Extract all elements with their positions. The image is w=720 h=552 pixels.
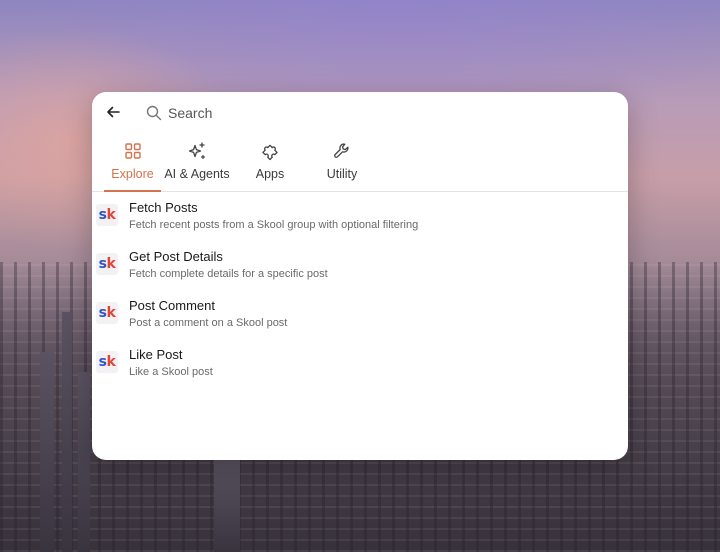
item-description: Fetch complete details for a specific po… [129, 268, 328, 280]
skool-logo: sk [96, 204, 118, 226]
item-title: Get Post Details [129, 249, 223, 264]
list-item-like-post[interactable]: sk Like Post Like a Skool post [92, 339, 628, 388]
tab-label: Explore [111, 167, 154, 181]
tab-explore[interactable]: Explore [104, 134, 161, 192]
command-palette: Explore AI & Agents Apps [92, 92, 628, 460]
wrench-icon [332, 141, 352, 161]
wallpaper-tower [40, 352, 54, 552]
tab-label: Utility [326, 167, 358, 181]
puzzle-icon [260, 141, 280, 161]
back-button[interactable] [104, 103, 122, 121]
item-description: Fetch recent posts from a Skool group wi… [129, 219, 419, 231]
tab-apps[interactable]: Apps [244, 134, 296, 191]
grid-icon [123, 141, 143, 161]
item-description: Like a Skool post [129, 366, 213, 378]
tab-ai-agents[interactable]: AI & Agents [164, 134, 230, 191]
arrow-left-icon [107, 106, 120, 118]
list-item-get-post-details[interactable]: sk Get Post Details Fetch complete detai… [92, 241, 628, 290]
tab-label: AI & Agents [164, 167, 230, 181]
skool-logo: sk [96, 351, 118, 373]
skool-logo: sk [96, 302, 118, 324]
list-item-fetch-posts[interactable]: sk Fetch Posts Fetch recent posts from a… [92, 192, 628, 241]
search-input[interactable] [168, 103, 598, 123]
item-description: Post a comment on a Skool post [129, 317, 288, 329]
wallpaper-tower [62, 312, 72, 552]
item-title: Post Comment [129, 298, 215, 313]
search-icon [146, 105, 162, 121]
list-item-post-comment[interactable]: sk Post Comment Post a comment on a Skoo… [92, 290, 628, 339]
search-bar [92, 92, 628, 134]
category-tabs: Explore AI & Agents Apps Utility [92, 134, 628, 192]
item-title: Fetch Posts [129, 200, 198, 215]
tab-label: Apps [255, 167, 285, 181]
wallpaper-tower [78, 372, 90, 552]
wallpaper-tower [214, 457, 240, 552]
item-title: Like Post [129, 347, 183, 362]
sparkles-icon [187, 141, 207, 161]
tab-utility[interactable]: Utility [314, 134, 370, 191]
skool-logo: sk [96, 253, 118, 275]
